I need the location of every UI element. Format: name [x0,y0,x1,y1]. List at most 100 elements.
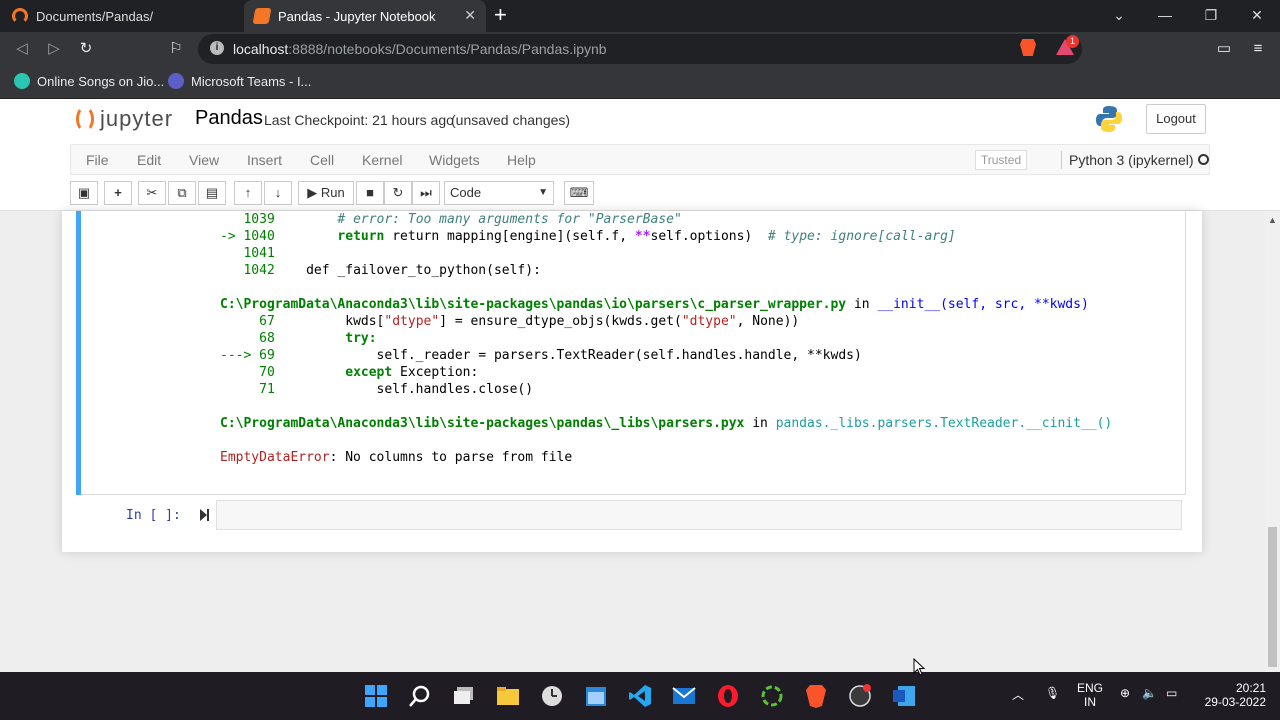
code-input[interactable] [216,500,1182,530]
clock-date: 29-03-2022 [1204,695,1266,709]
scroll-thumb[interactable] [1268,527,1277,667]
interrupt-icon[interactable]: ■ [356,181,384,205]
trusted-indicator[interactable]: Trusted [975,150,1027,170]
url-text: localhost:8888/notebooks/Documents/Panda… [233,41,607,57]
menu-insert[interactable]: Insert [247,152,282,168]
volume-icon[interactable]: 🔈 [1142,686,1157,700]
save-icon[interactable]: ▣ [70,181,98,205]
calendar-icon[interactable] [584,684,608,708]
menu-help[interactable]: Help [507,152,536,168]
menubar: File Edit View Insert Cell Kernel Widget… [0,144,1280,177]
menu-kernel[interactable]: Kernel [362,152,402,168]
checkpoint-status: Last Checkpoint: 21 hours ago [264,112,454,128]
error-message: EmptyDataError: No columns to parse from… [220,450,573,465]
brave-browser-icon[interactable] [804,684,828,708]
tab-pandas-notebook[interactable]: Pandas - Jupyter Notebook ✕ [244,0,486,32]
network-icon[interactable]: ⊕ [1120,686,1130,700]
language-indicator[interactable]: ENG IN [1074,681,1106,709]
sync-app-icon[interactable] [760,684,784,708]
bookmark-jiosaavn[interactable]: Online Songs on Jio... [14,73,164,89]
bookmark-teams[interactable]: Microsoft Teams - I... [168,73,311,89]
microphone-icon[interactable]: 🎙 [1045,686,1060,700]
unsaved-status: (unsaved changes) [451,112,571,128]
forward-icon[interactable]: ▷ [44,39,64,59]
input-cell[interactable]: In [ ]: [124,500,1184,532]
traceback-file: C:\ProgramData\Anaconda3\lib\site-packag… [220,416,1113,431]
restart-run-all-icon[interactable]: ⏭ [412,181,440,205]
vscode-icon[interactable] [628,684,652,708]
jupyter-favicon-icon [252,8,272,24]
word-icon[interactable] [892,684,916,708]
file-explorer-icon[interactable] [496,684,520,708]
traceback-line: 1041 [243,246,275,261]
menu-cell[interactable]: Cell [310,152,334,168]
obs-icon[interactable] [848,684,872,708]
tray-overflow-icon[interactable]: ︿ [1012,686,1024,703]
reload-icon[interactable]: ↻ [76,39,96,59]
tab-close-icon[interactable]: ✕ [464,7,476,24]
tab-label: Documents/Pandas/ [36,8,154,24]
wallet-icon[interactable]: ▭ [1214,39,1234,59]
address-bar[interactable]: i localhost:8888/notebooks/Documents/Pan… [198,34,1082,64]
new-tab-button[interactable]: + [494,4,507,26]
output-cell[interactable]: 1039 # error: Too many arguments for "Pa… [76,211,1186,495]
bookmark-icon[interactable]: ⚐ [166,39,186,59]
jupyter-favicon-icon [12,8,28,24]
jupyter-logo-text: jupyter [100,106,174,131]
command-palette-icon[interactable]: ⌨ [564,181,594,205]
clock-app-icon[interactable] [540,684,564,708]
menu-widgets[interactable]: Widgets [429,152,480,168]
traceback-line: 1042 def _failover_to_python(self): [243,263,541,278]
task-view-icon[interactable] [452,684,476,708]
jupyter-logo[interactable]: jupyter [76,106,173,132]
play-icon: ▶ [307,185,318,200]
mail-icon[interactable] [672,684,696,708]
run-button[interactable]: ▶ Run [298,181,354,205]
minimize-button[interactable]: — [1142,0,1188,32]
tab-documents-pandas[interactable]: Documents/Pandas/ [12,0,242,32]
python-logo-icon [1096,106,1122,132]
cut-icon[interactable]: ✂ [138,181,166,205]
scroll-up-icon[interactable]: ▲ [1268,215,1277,225]
copy-icon[interactable]: ⧉ [168,181,196,205]
add-cell-icon[interactable]: + [104,181,132,205]
kernel-name[interactable]: Python 3 (ipykernel) [1069,152,1194,168]
battery-icon[interactable]: ▭ [1166,686,1177,700]
page-scrollbar[interactable]: ▲ [1265,211,1280,672]
traceback-file: C:\ProgramData\Anaconda3\lib\site-packag… [220,297,1089,312]
search-icon[interactable] [408,684,432,708]
bookmark-label: Online Songs on Jio... [37,73,165,89]
menubar-container: File Edit View Insert Cell Kernel Widget… [70,144,1210,175]
notebook-toolbar: ▣ + ✂ ⧉ ▤ ↑ ↓ ▶ Run ■ ↻ ⏭ Code ▼ ⌨ [0,177,1280,211]
site-info-icon[interactable]: i [210,41,224,55]
traceback-line: 68 try: [259,331,377,346]
traceback-line: 71 self.handles.close() [259,382,534,397]
back-icon[interactable]: ◁ [12,39,32,59]
menu-file[interactable]: File [86,152,109,168]
tab-search-icon[interactable]: ⌄ [1096,0,1142,32]
windows-start-icon[interactable] [364,684,388,708]
opera-icon[interactable] [716,684,740,708]
run-cell-icon[interactable] [200,509,207,521]
traceback-line: 67 kwds["dtype"] = ensure_dtype_objs(kwd… [259,314,800,329]
traceback-line: 70 except Exception: [259,365,479,380]
bookmarks-bar: Online Songs on Jio... Microsoft Teams -… [0,66,1280,99]
bookmark-label: Microsoft Teams - I... [191,73,312,89]
logout-button[interactable]: Logout [1146,104,1206,134]
notebook-name[interactable]: Pandas [195,107,263,130]
restart-icon[interactable]: ↻ [384,181,412,205]
jiosaavn-icon [14,73,30,89]
paste-icon[interactable]: ▤ [198,181,226,205]
move-down-icon[interactable]: ↓ [264,181,292,205]
traceback-line: 1039 # error: Too many arguments for "Pa… [243,212,682,227]
move-up-icon[interactable]: ↑ [234,181,262,205]
browser-tab-strip: Documents/Pandas/ Pandas - Jupyter Noteb… [0,0,1280,32]
menu-icon[interactable]: ≡ [1248,39,1268,59]
clock[interactable]: 20:21 29-03-2022 [1196,681,1266,709]
mouse-cursor-icon [913,658,925,676]
menu-view[interactable]: View [189,152,219,168]
close-window-button[interactable]: ✕ [1234,0,1280,32]
cell-type-select[interactable]: Code ▼ [444,181,554,205]
restore-button[interactable]: ❐ [1188,0,1234,32]
menu-edit[interactable]: Edit [137,152,161,168]
